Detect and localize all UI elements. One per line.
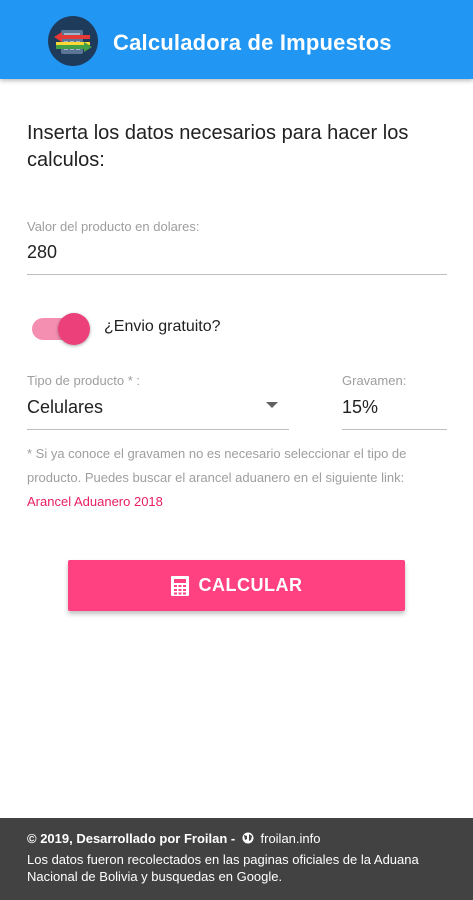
arancel-link[interactable]: Arancel Aduanero 2018 — [27, 494, 163, 509]
calculator-icon — [170, 575, 189, 596]
app-logo-icon — [48, 16, 98, 66]
gravamen-underline — [342, 429, 447, 430]
app-title: Calculadora de Impuestos — [113, 30, 392, 55]
precio-input[interactable]: 280 — [27, 242, 57, 263]
tipo-producto-underline — [27, 429, 289, 430]
footer-text: Los datos fueron recolectados en las pag… — [27, 852, 419, 884]
help-note-text: * Si ya conoce el gravamen no es necesar… — [27, 446, 407, 485]
tipo-producto-select[interactable]: Celulares — [27, 397, 103, 418]
gravamen-input[interactable]: 15% — [342, 397, 378, 418]
precio-input-underline — [27, 274, 447, 275]
footer: © 2019, Desarrollado por Froilan - froil… — [0, 818, 473, 900]
app-bar: Calculadora de Impuestos — [0, 0, 473, 79]
envio-label: ¿Envio gratuito? — [104, 318, 221, 335]
intro-text: Inserta los datos necesarios para hacer … — [27, 122, 409, 171]
footer-credit: © 2019, Desarrollado por Froilan - — [27, 831, 236, 846]
envio-switch-thumb[interactable] — [58, 313, 90, 345]
tipo-producto-label: Tipo de producto * : — [27, 373, 140, 388]
footer-credit-line: © 2019, Desarrollado por Froilan - froil… — [27, 831, 320, 846]
calcular-button-label: CALCULAR — [198, 575, 303, 595]
footer-site-link[interactable]: froilan.info — [261, 831, 321, 846]
help-note: * Si ya conoce el gravamen no es necesar… — [27, 442, 447, 514]
dropdown-arrow-icon[interactable] — [266, 402, 278, 408]
globe-icon — [242, 832, 254, 844]
gravamen-label: Gravamen: — [342, 373, 407, 388]
calcular-button[interactable]: CALCULAR — [68, 560, 405, 611]
precio-label: Valor del producto en dolares: — [27, 219, 200, 234]
